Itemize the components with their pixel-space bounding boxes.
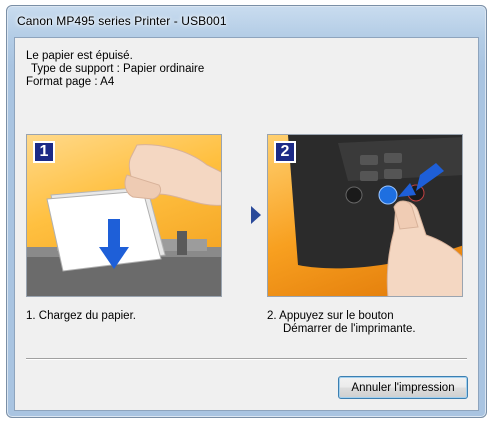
message-line-1: Le papier est épuisé.	[26, 50, 133, 62]
message-line-3: Format page : A4	[26, 76, 115, 88]
play-arrow-icon	[251, 206, 261, 224]
step-2-caption: 2. Appuyez sur le bouton Démarrer de l'i…	[267, 310, 416, 336]
message-line-2: Type de support : Papier ordinaire	[31, 63, 205, 75]
press-start-button-illustration-icon	[288, 135, 462, 296]
step-2-caption-line-1: 2. Appuyez sur le bouton	[267, 310, 394, 322]
step-1-caption-text: 1. Chargez du papier.	[26, 310, 136, 322]
load-paper-illustration-icon	[27, 144, 221, 296]
window-title: Canon MP495 series Printer - USB001	[17, 14, 227, 28]
divider	[26, 358, 467, 360]
step-number-badge: 2	[274, 141, 296, 163]
status-message: Le papier est épuisé. Type de support : …	[26, 50, 204, 89]
cancel-printing-button[interactable]: Annuler l'impression	[338, 376, 468, 399]
dialog-content: Le papier est épuisé. Type de support : …	[14, 37, 479, 411]
title-bar[interactable]: Canon MP495 series Printer - USB001	[7, 6, 486, 36]
step-2-caption-line-2: Démarrer de l'imprimante.	[283, 323, 416, 335]
dialog-window: Canon MP495 series Printer - USB001 Le p…	[6, 5, 487, 418]
step-number-badge: 1	[33, 141, 55, 163]
step-1-caption: 1. Chargez du papier.	[26, 310, 136, 323]
step-2-illustration: 2	[267, 134, 463, 297]
step-1-illustration: 1	[26, 134, 222, 297]
